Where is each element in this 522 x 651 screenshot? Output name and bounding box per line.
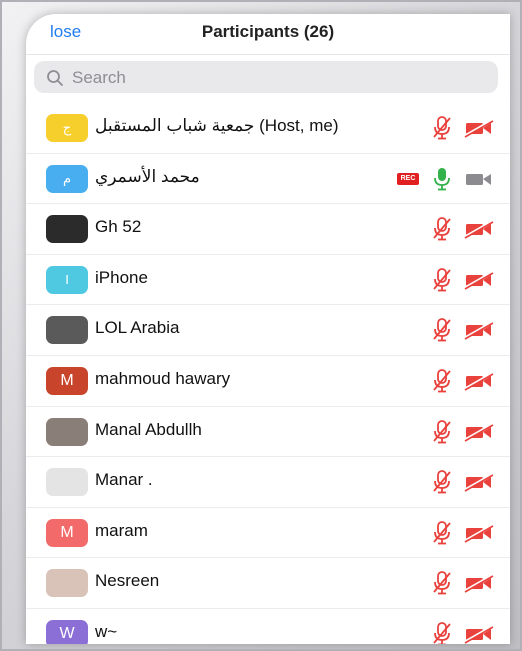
avatar: ج xyxy=(46,114,88,142)
participant-name: محمد الأسمري xyxy=(95,166,200,186)
video-off-icon[interactable] xyxy=(462,472,494,492)
photo-frame: lose Participants (26) ج جمعية شباب المست… xyxy=(0,0,522,651)
participant-row[interactable]: IiPhone xyxy=(26,255,510,306)
video-off-icon[interactable] xyxy=(462,219,494,239)
participant-row[interactable]: LOL Arabia xyxy=(26,305,510,356)
phone-screen: lose Participants (26) ج جمعية شباب المست… xyxy=(26,14,510,644)
participant-name: جمعية شباب المستقبل (Host, me) xyxy=(95,116,339,135)
search-bar[interactable] xyxy=(34,61,498,95)
participants-header: lose Participants (26) xyxy=(26,14,510,55)
recording-badge: REC xyxy=(397,172,419,185)
mic-muted-icon[interactable] xyxy=(431,469,453,495)
mic-muted-icon[interactable] xyxy=(431,317,453,343)
page-title: Participants (26) xyxy=(201,22,335,41)
mic-muted-icon[interactable] xyxy=(431,368,453,394)
video-off-icon[interactable] xyxy=(462,422,494,442)
participant-row[interactable]: Mmahmoud hawary xyxy=(26,356,510,407)
participant-name: LOL Arabia xyxy=(95,318,180,338)
avatar: م xyxy=(46,164,88,193)
participant-name: Gh 52 xyxy=(95,217,142,237)
participant-row[interactable]: Manal Abdullh xyxy=(26,407,510,458)
avatar: I xyxy=(46,265,88,294)
participant-row[interactable]: Mmaram xyxy=(26,508,510,559)
search-input[interactable] xyxy=(70,61,494,95)
video-off-icon[interactable] xyxy=(462,118,494,138)
participant-row[interactable]: Manar . xyxy=(26,457,510,508)
avatar: M xyxy=(46,518,88,547)
video-off-icon[interactable] xyxy=(462,523,494,543)
participant-name: maram xyxy=(95,520,148,540)
mic-muted-icon[interactable] xyxy=(431,419,453,445)
participant-name: Manar . xyxy=(95,470,153,490)
avatar xyxy=(46,215,88,244)
video-off-icon[interactable] xyxy=(462,320,494,341)
video-off-icon[interactable] xyxy=(462,573,494,594)
video-on-icon[interactable] xyxy=(462,169,494,189)
participant-name: iPhone xyxy=(95,267,148,287)
participant-row[interactable]: ج جمعية شباب المستقبل (Host, me) xyxy=(26,103,510,154)
participant-name: Manal Abdullh xyxy=(95,419,202,439)
video-off-icon[interactable] xyxy=(462,371,494,391)
avatar: M xyxy=(46,366,88,395)
mic-muted-icon[interactable] xyxy=(431,115,453,141)
participant-name: w~ xyxy=(95,621,118,641)
search-icon xyxy=(47,70,63,86)
mic-muted-icon[interactable] xyxy=(431,570,453,596)
avatar: W xyxy=(46,619,88,644)
participant-name: Nesreen xyxy=(95,571,160,591)
avatar xyxy=(46,316,88,345)
video-off-icon[interactable] xyxy=(462,624,494,644)
participant-row[interactable]: Nesreen xyxy=(26,558,510,609)
mic-muted-icon[interactable] xyxy=(431,267,453,293)
participant-list: ج جمعية شباب المستقبل (Host, me) م محمد الأ… xyxy=(26,103,510,644)
mic-muted-icon[interactable] xyxy=(431,520,453,546)
mic-on-icon[interactable] xyxy=(431,166,453,192)
participant-row[interactable]: Gh 52 xyxy=(26,204,510,255)
avatar xyxy=(46,417,88,446)
participant-row[interactable]: م محمد الأسمري REC xyxy=(26,154,510,205)
participant-row[interactable]: Ww~ xyxy=(26,609,510,644)
avatar xyxy=(46,569,88,598)
video-off-icon[interactable] xyxy=(462,270,494,290)
mic-muted-icon[interactable] xyxy=(431,621,453,644)
participant-name: mahmoud hawary xyxy=(95,368,231,388)
avatar xyxy=(46,468,88,497)
mic-muted-icon[interactable] xyxy=(431,216,453,242)
